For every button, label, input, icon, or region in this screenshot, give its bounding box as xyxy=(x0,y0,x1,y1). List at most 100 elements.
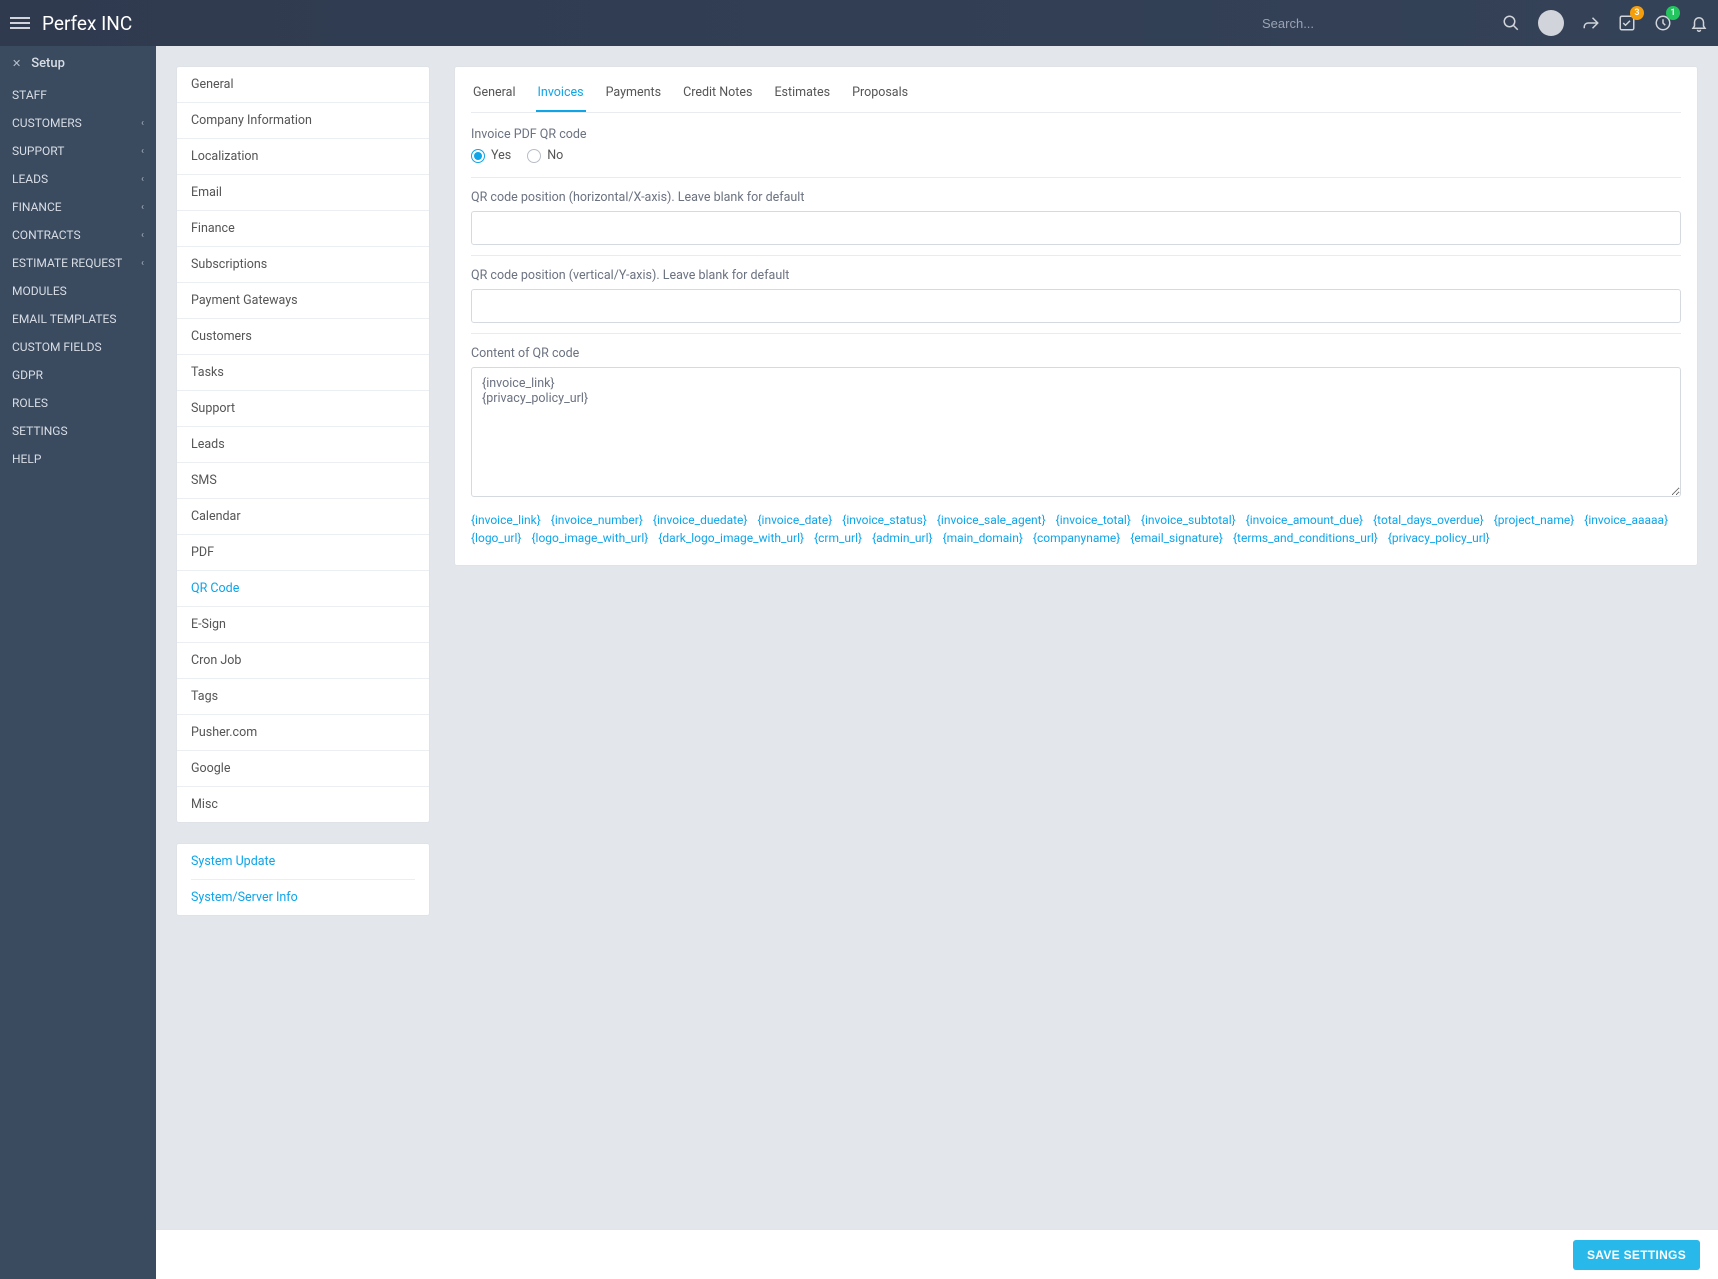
chevron-left-icon: ‹ xyxy=(141,202,144,213)
nav-item-gdpr[interactable]: GDPR xyxy=(0,361,156,389)
merge-field[interactable]: {project_name} xyxy=(1494,513,1575,527)
settings-item-calendar[interactable]: Calendar xyxy=(177,499,429,535)
nav-item-label: SETTINGS xyxy=(12,424,68,438)
qr-content-textarea[interactable] xyxy=(471,367,1681,497)
tab-proposals[interactable]: Proposals xyxy=(850,79,910,112)
settings-item-leads[interactable]: Leads xyxy=(177,427,429,463)
nav-item-finance[interactable]: FINANCE ‹ xyxy=(0,193,156,221)
settings-item-general[interactable]: General xyxy=(177,67,429,103)
setup-header[interactable]: ✕ Setup xyxy=(0,46,156,81)
tab-estimates[interactable]: Estimates xyxy=(772,79,832,112)
badge-clock: 1 xyxy=(1666,6,1680,20)
merge-field[interactable]: {invoice_aaaaa} xyxy=(1584,513,1668,527)
merge-field[interactable]: {invoice_status} xyxy=(842,513,927,527)
clock-icon[interactable]: 1 xyxy=(1654,14,1672,32)
system-menu: System UpdateSystem/Server Info xyxy=(176,843,430,916)
footer: SAVE SETTINGS xyxy=(156,1229,1718,1279)
settings-item-pusher-com[interactable]: Pusher.com xyxy=(177,715,429,751)
settings-item-payment-gateways[interactable]: Payment Gateways xyxy=(177,283,429,319)
tab-invoices[interactable]: Invoices xyxy=(536,79,586,112)
nav-item-email-templates[interactable]: EMAIL TEMPLATES xyxy=(0,305,156,333)
settings-item-customers[interactable]: Customers xyxy=(177,319,429,355)
merge-field[interactable]: {invoice_sale_agent} xyxy=(937,513,1046,527)
settings-item-sms[interactable]: SMS xyxy=(177,463,429,499)
merge-field[interactable]: {privacy_policy_url} xyxy=(1388,531,1490,545)
search-icon[interactable] xyxy=(1502,14,1520,32)
nav-item-settings[interactable]: SETTINGS xyxy=(0,417,156,445)
merge-field[interactable]: {invoice_duedate} xyxy=(653,513,748,527)
chevron-left-icon: ‹ xyxy=(141,230,144,241)
tab-payments[interactable]: Payments xyxy=(604,79,663,112)
settings-item-localization[interactable]: Localization xyxy=(177,139,429,175)
y-position-input[interactable] xyxy=(471,289,1681,323)
merge-field[interactable]: {total_days_overdue} xyxy=(1373,513,1484,527)
merge-field[interactable]: {invoice_number} xyxy=(551,513,643,527)
settings-item-qr-code[interactable]: QR Code xyxy=(177,571,429,607)
bell-icon[interactable] xyxy=(1690,14,1708,32)
settings-card: General Invoices Payments Credit Notes Estim… xyxy=(454,66,1698,566)
merge-field[interactable]: {invoice_amount_due} xyxy=(1246,513,1363,527)
settings-item-company-information[interactable]: Company Information xyxy=(177,103,429,139)
checklist-icon[interactable]: 3 xyxy=(1618,14,1636,32)
share-icon[interactable] xyxy=(1582,14,1600,32)
nav-item-modules[interactable]: MODULES xyxy=(0,277,156,305)
nav-item-roles[interactable]: ROLES xyxy=(0,389,156,417)
merge-field[interactable]: {terms_and_conditions_url} xyxy=(1233,531,1378,545)
nav-item-label: HELP xyxy=(12,452,41,466)
system-item-system-server-info[interactable]: System/Server Info xyxy=(177,880,429,915)
nav-item-contracts[interactable]: CONTRACTS‹ xyxy=(0,221,156,249)
merge-field[interactable]: {companyname} xyxy=(1033,531,1120,545)
merge-field[interactable]: {crm_url} xyxy=(814,531,862,545)
merge-field[interactable]: {admin_url} xyxy=(872,531,933,545)
settings-item-tags[interactable]: Tags xyxy=(177,679,429,715)
nav-item-label: GDPR xyxy=(12,368,43,382)
nav-item-label: ESTIMATE REQUEST xyxy=(12,256,122,270)
x-position-input[interactable] xyxy=(471,211,1681,245)
merge-fields: {invoice_link} {invoice_number} {invoice_d… xyxy=(471,513,1681,545)
menu-toggle[interactable] xyxy=(10,13,30,33)
radio-no-dot xyxy=(527,149,541,163)
settings-item-support[interactable]: Support xyxy=(177,391,429,427)
nav-item-staff[interactable]: STAFF xyxy=(0,81,156,109)
merge-field[interactable]: {email_signature} xyxy=(1130,531,1223,545)
nav-item-support[interactable]: SUPPORT‹ xyxy=(0,137,156,165)
y-position-label: QR code position (vertical/Y-axis). Leav… xyxy=(471,268,1681,283)
avatar[interactable] xyxy=(1538,10,1564,36)
nav-item-label: CUSTOM FIELDS xyxy=(12,340,102,354)
x-position-label: QR code position (horizontal/X-axis). Le… xyxy=(471,190,1681,205)
settings-item-cron-job[interactable]: Cron Job xyxy=(177,643,429,679)
merge-field[interactable]: {invoice_date} xyxy=(757,513,832,527)
system-item-system-update[interactable]: System Update xyxy=(177,844,429,879)
nav-item-label: STAFF xyxy=(12,88,47,102)
nav-item-leads[interactable]: LEADS‹ xyxy=(0,165,156,193)
settings-item-finance[interactable]: Finance xyxy=(177,211,429,247)
radio-yes[interactable]: Yes xyxy=(471,148,511,163)
tab-credit-notes[interactable]: Credit Notes xyxy=(681,79,754,112)
nav-item-customers[interactable]: CUSTOMERS‹ xyxy=(0,109,156,137)
merge-field[interactable]: {dark_logo_image_with_url} xyxy=(658,531,804,545)
search-input[interactable] xyxy=(1262,16,1482,31)
settings-item-google[interactable]: Google xyxy=(177,751,429,787)
settings-item-e-sign[interactable]: E-Sign xyxy=(177,607,429,643)
nav-item-custom-fields[interactable]: CUSTOM FIELDS xyxy=(0,333,156,361)
merge-field[interactable]: {main_domain} xyxy=(943,531,1023,545)
merge-field[interactable]: {logo_image_with_url} xyxy=(531,531,648,545)
settings-item-email[interactable]: Email xyxy=(177,175,429,211)
settings-item-tasks[interactable]: Tasks xyxy=(177,355,429,391)
save-settings-button[interactable]: SAVE SETTINGS xyxy=(1573,1240,1700,1270)
nav-item-label: FINANCE xyxy=(12,200,62,214)
radio-no[interactable]: No xyxy=(527,148,563,163)
close-icon[interactable]: ✕ xyxy=(12,57,21,70)
badge-checklist: 3 xyxy=(1630,6,1644,20)
settings-item-subscriptions[interactable]: Subscriptions xyxy=(177,247,429,283)
merge-field[interactable]: {invoice_total} xyxy=(1056,513,1131,527)
nav-item-help[interactable]: HELP xyxy=(0,445,156,473)
merge-field[interactable]: {logo_url} xyxy=(471,531,521,545)
topbar: Perfex INC 3 1 xyxy=(0,0,1718,46)
tab-general[interactable]: General xyxy=(471,79,518,112)
merge-field[interactable]: {invoice_subtotal} xyxy=(1141,513,1236,527)
merge-field[interactable]: {invoice_link} xyxy=(471,513,541,527)
settings-item-misc[interactable]: Misc xyxy=(177,787,429,822)
nav-item-estimate-request[interactable]: ESTIMATE REQUEST‹ xyxy=(0,249,156,277)
settings-item-pdf[interactable]: PDF xyxy=(177,535,429,571)
